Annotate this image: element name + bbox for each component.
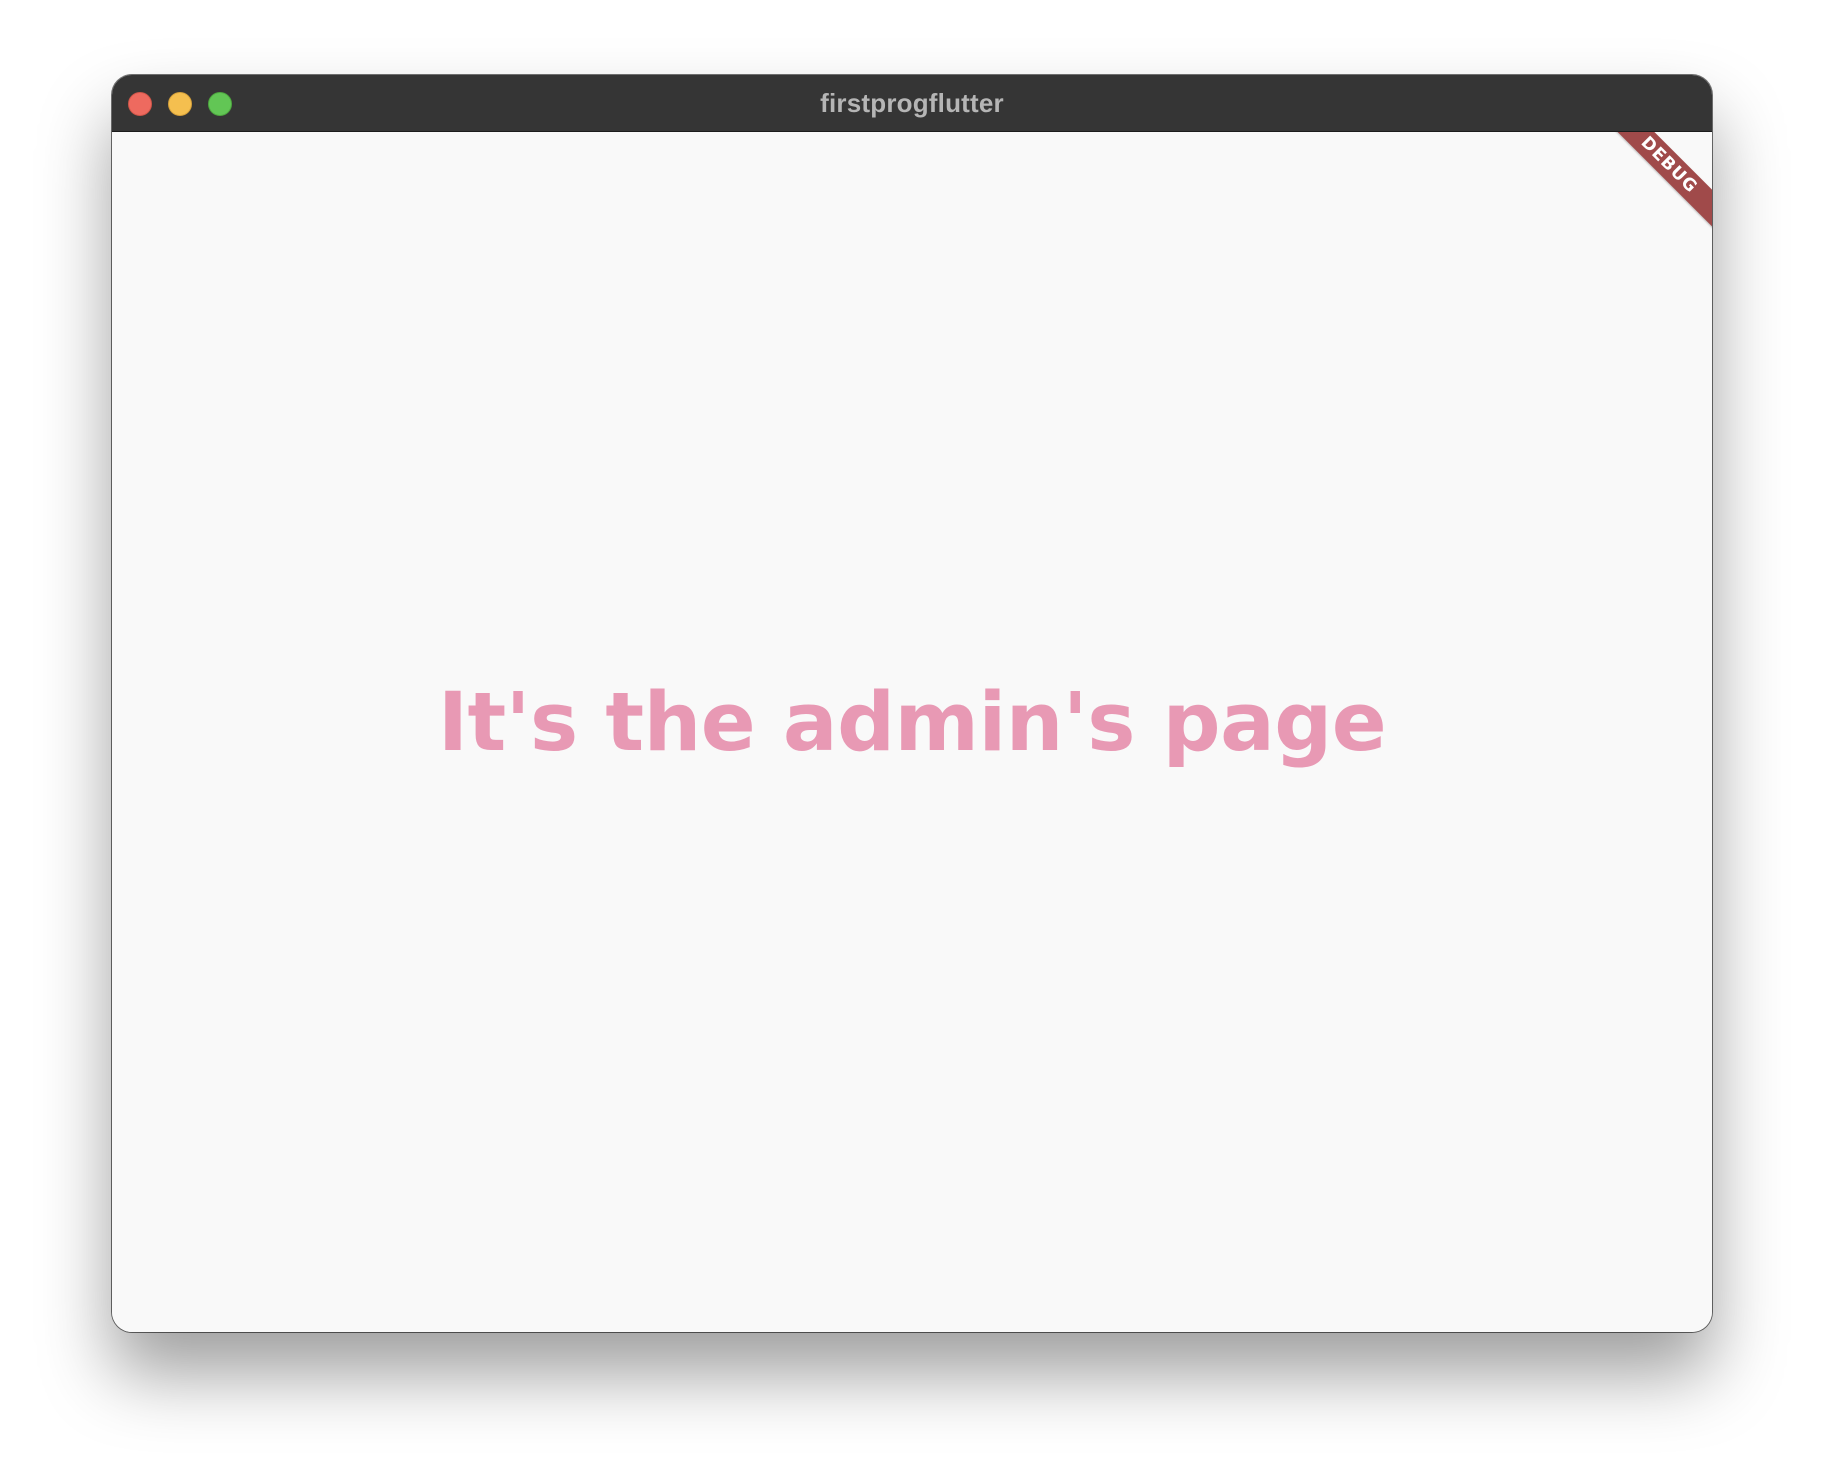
page-heading: It's the admin's page: [437, 676, 1387, 770]
app-window: firstprogflutter It's the admin's page D…: [112, 75, 1712, 1332]
debug-banner: DEBUG: [1599, 132, 1712, 235]
title-bar[interactable]: firstprogflutter: [112, 75, 1712, 132]
app-content: It's the admin's page DEBUG: [112, 132, 1712, 1332]
window-title: firstprogflutter: [820, 88, 1004, 118]
